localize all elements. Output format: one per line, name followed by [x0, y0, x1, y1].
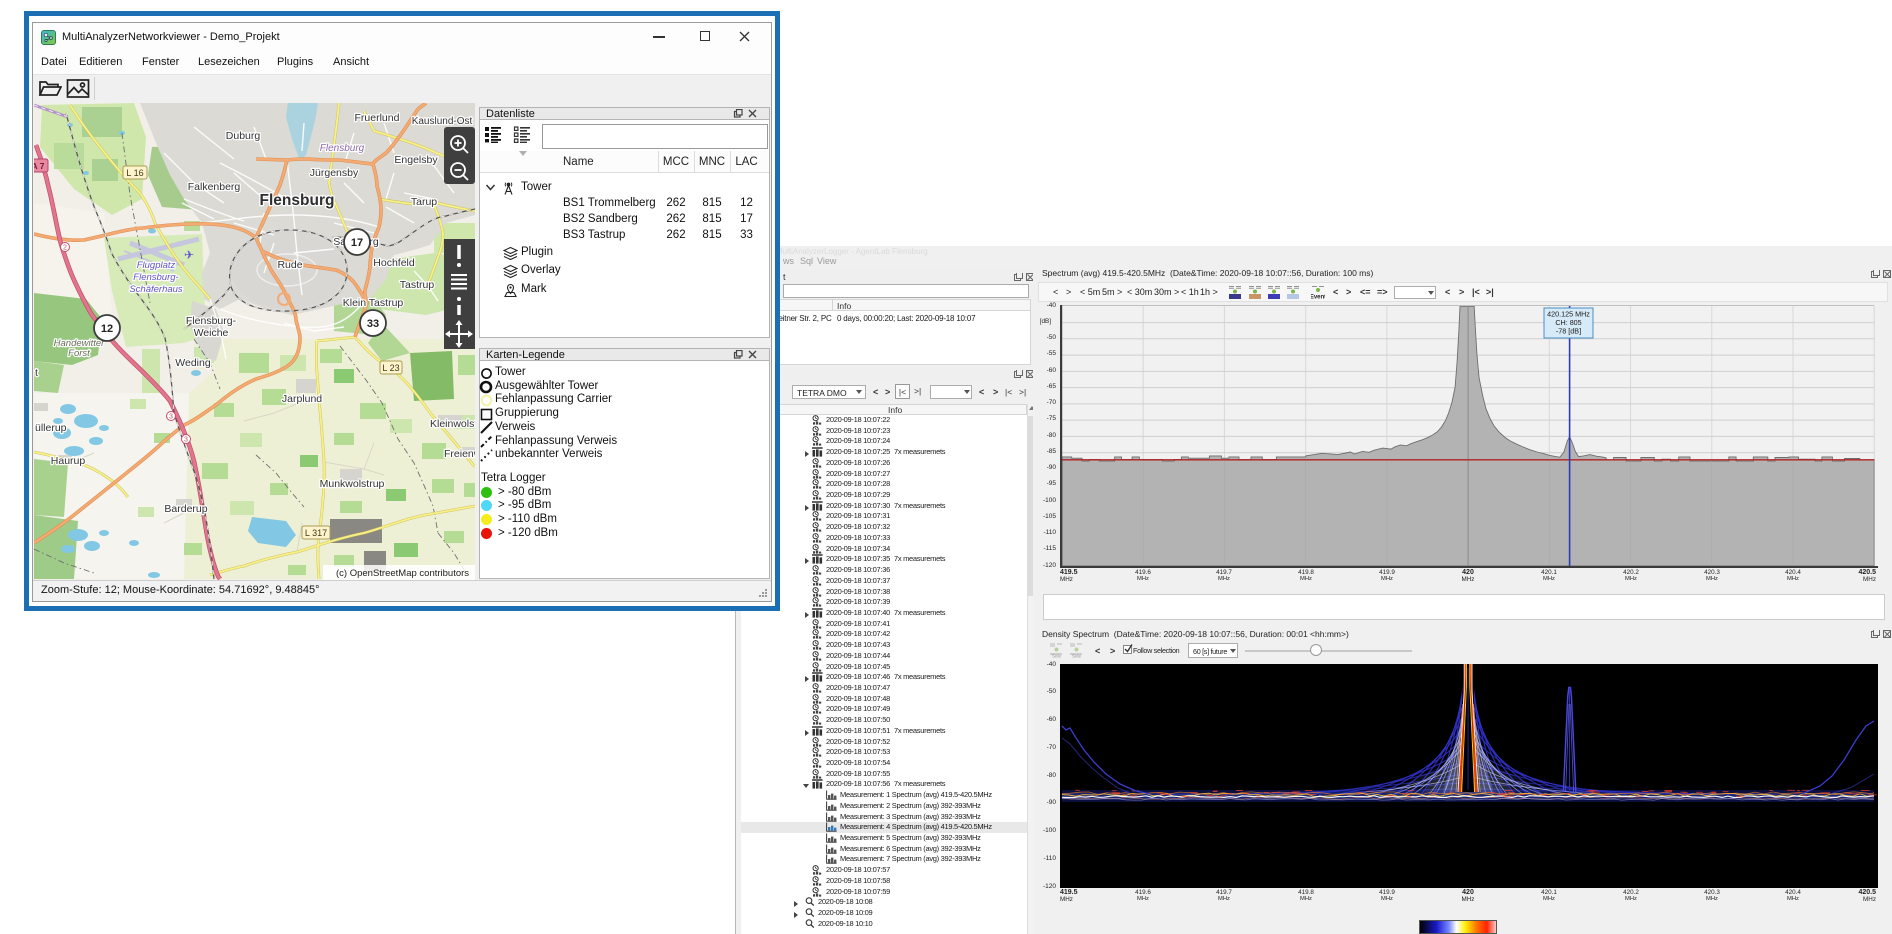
- svg-text:t: t: [35, 367, 38, 379]
- svg-text:Duburg: Duburg: [226, 130, 261, 142]
- svg-text:Flensburg-: Flensburg-: [133, 272, 178, 283]
- svg-text:Falkenberg: Falkenberg: [188, 181, 241, 193]
- svg-text:Flugplatz: Flugplatz: [137, 260, 176, 271]
- svg-text:L 317: L 317: [305, 528, 327, 538]
- svg-text:Rude: Rude: [277, 259, 302, 271]
- svg-text:A 7: A 7: [34, 161, 45, 171]
- svg-text:Tarup: Tarup: [411, 196, 437, 208]
- svg-text:Munkwolstrup: Munkwolstrup: [320, 478, 385, 490]
- svg-text:Kleinwolstr: Kleinwolstr: [430, 418, 475, 430]
- svg-text:Flensburg: Flensburg: [320, 143, 365, 154]
- svg-text:Event: Event: [1311, 295, 1325, 301]
- svg-text:Jarplund: Jarplund: [282, 393, 322, 405]
- svg-text:L 16: L 16: [126, 168, 143, 178]
- svg-text:Flensburg: Flensburg: [260, 192, 335, 209]
- svg-text:17: 17: [351, 237, 363, 249]
- svg-text:✈: ✈: [184, 248, 194, 262]
- svg-text:L 23: L 23: [382, 363, 399, 373]
- svg-text:Engelsby: Engelsby: [394, 154, 438, 166]
- svg-text:Kauslund-Ost: Kauslund-Ost: [412, 116, 473, 127]
- svg-text:Haurup: Haurup: [51, 455, 86, 467]
- svg-text:33: 33: [367, 318, 379, 330]
- svg-text:Weiche: Weiche: [194, 327, 229, 339]
- svg-text:Klein Tastrup: Klein Tastrup: [343, 297, 404, 309]
- svg-text:Barderup: Barderup: [164, 503, 207, 515]
- svg-text:Weding: Weding: [175, 357, 211, 369]
- svg-text:Forst: Forst: [68, 348, 90, 359]
- svg-text:Flensburg-: Flensburg-: [186, 315, 237, 327]
- svg-text:Hochfeld: Hochfeld: [373, 257, 415, 269]
- svg-text:-78 [dB]: -78 [dB]: [1556, 327, 1581, 336]
- svg-text:3: 3: [184, 437, 188, 444]
- svg-text:Sele: Sele: [1052, 654, 1062, 659]
- svg-text:Schäferhaus: Schäferhaus: [129, 284, 183, 295]
- svg-text:Freienw: Freienw: [444, 448, 475, 460]
- svg-text:Sele: Sele: [1072, 654, 1082, 659]
- svg-text:Tastrup: Tastrup: [400, 279, 435, 291]
- svg-text:Fruerlund: Fruerlund: [355, 112, 400, 124]
- svg-text:12: 12: [101, 323, 113, 335]
- svg-text:üllerup: üllerup: [35, 422, 67, 434]
- svg-text:2: 2: [63, 245, 67, 252]
- svg-text:Jürgensby: Jürgensby: [310, 167, 359, 179]
- svg-text:3: 3: [169, 414, 173, 421]
- svg-text:(c) OpenStreetMap contributors: (c) OpenStreetMap contributors: [336, 568, 469, 579]
